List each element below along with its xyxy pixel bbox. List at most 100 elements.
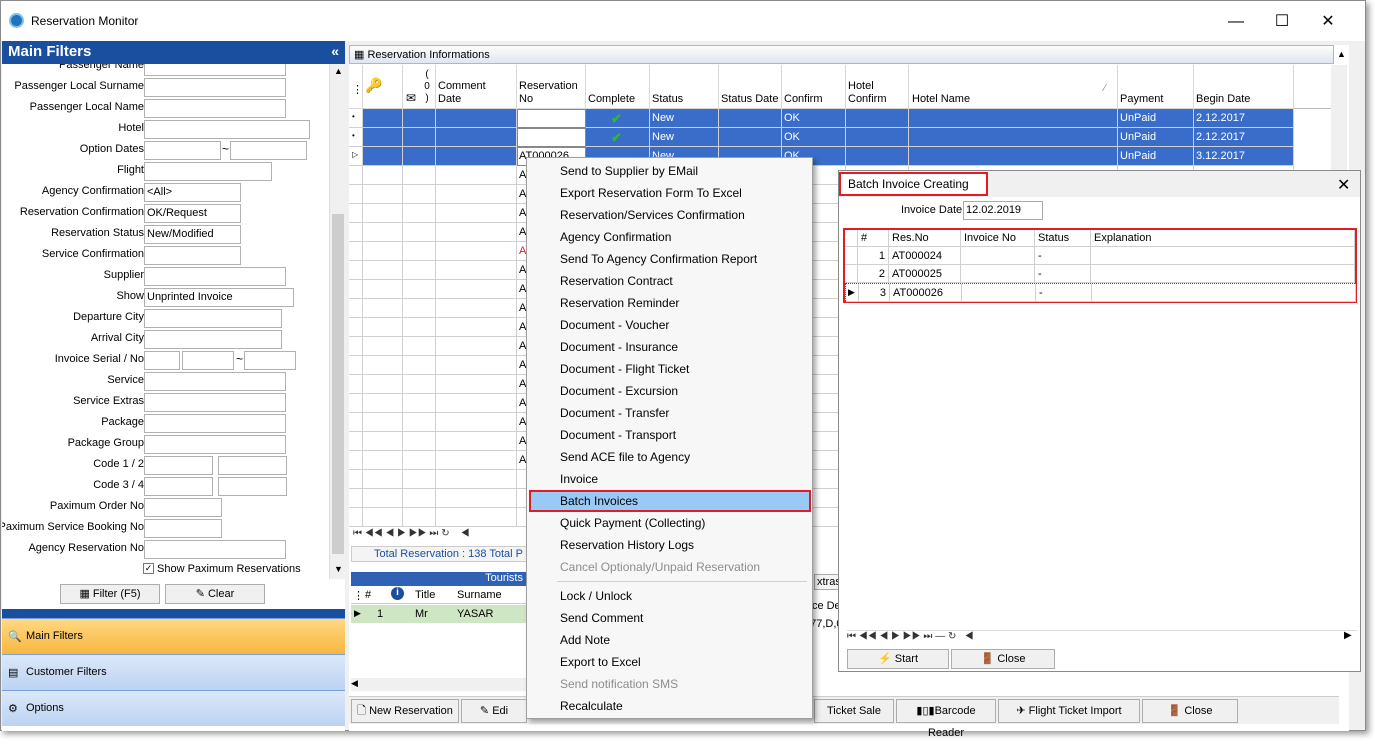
menu-item[interactable]: Export Reservation Form To Excel xyxy=(529,182,811,204)
dialog-col-header[interactable]: Status xyxy=(1035,230,1091,247)
menu-item[interactable]: Document - Transport xyxy=(529,424,811,446)
menu-item[interactable]: Document - Insurance xyxy=(529,336,811,358)
filter-input[interactable]: <All> xyxy=(144,183,241,202)
menu-item[interactable]: Lock / Unlock xyxy=(529,585,811,607)
filter-input[interactable] xyxy=(144,330,282,349)
menu-item[interactable]: Reservation Reminder xyxy=(529,292,811,314)
flight-ticket-import-button[interactable]: ✈ Flight Ticket Import xyxy=(998,699,1140,723)
grid-row[interactable]: • AT000025 ✔ New OK UnPaid 2.12.2017 xyxy=(349,128,1331,147)
nav-options[interactable]: ⚙ Options xyxy=(2,690,345,726)
grid-row[interactable]: ▷ AT000026 New OK UnPaid 3.12.2017 xyxy=(349,147,1331,166)
filter-input[interactable] xyxy=(144,64,286,76)
filter-button[interactable]: ▦ Filter (F5) xyxy=(60,584,160,604)
filter-input[interactable] xyxy=(144,540,286,559)
reservation-no[interactable]: AT000025 xyxy=(519,131,569,143)
filter-input[interactable] xyxy=(144,78,286,97)
invoice-date-input[interactable]: 12.02.2019 xyxy=(963,201,1043,220)
menu-item[interactable]: Send To Agency Confirmation Report xyxy=(529,248,811,270)
menu-item[interactable]: Add Note xyxy=(529,629,811,651)
menu-item[interactable]: Export to Excel xyxy=(529,651,811,673)
menu-item[interactable]: Send Comment xyxy=(529,607,811,629)
nav-customer-filters[interactable]: ▤ Customer Filters xyxy=(2,654,345,690)
filter-input[interactable] xyxy=(144,99,286,118)
clear-button[interactable]: ✎ Clear xyxy=(165,584,265,604)
filter-input[interactable] xyxy=(144,246,241,265)
filter-input[interactable] xyxy=(144,519,222,538)
collapse-panel-button[interactable]: « xyxy=(331,43,339,59)
filter-input-2[interactable] xyxy=(182,351,234,370)
dialog-row[interactable]: 3 AT000026 - ▶ xyxy=(845,283,1356,302)
menu-item[interactable]: Send to Supplier by EMail xyxy=(529,160,811,182)
filter-scrollbar[interactable]: ▲ ▼ xyxy=(329,64,345,579)
edit-button[interactable]: ✎ Edi xyxy=(461,699,527,723)
filter-input-3[interactable] xyxy=(244,351,296,370)
dialog-col-header[interactable]: Explanation xyxy=(1091,230,1355,247)
filter-input[interactable] xyxy=(144,120,310,139)
dialog-close-button[interactable]: 🚪 Close xyxy=(951,649,1055,669)
filter-input-2[interactable] xyxy=(230,141,307,160)
menu-item[interactable]: Batch Invoices xyxy=(529,490,811,512)
filter-input[interactable] xyxy=(144,141,221,160)
menu-item[interactable]: Cancel Optionaly/Unpaid Reservation xyxy=(529,556,811,578)
dialog-scroll-right-icon[interactable]: ▶ xyxy=(1344,630,1352,641)
menu-item[interactable]: Agency Confirmation xyxy=(529,226,811,248)
filter-input[interactable] xyxy=(144,393,286,412)
filter-input[interactable]: OK/Request xyxy=(144,204,241,223)
scroll-down-icon[interactable]: ▼ xyxy=(334,564,343,574)
menu-item[interactable]: Document - Excursion xyxy=(529,380,811,402)
splitter[interactable] xyxy=(2,609,345,618)
reservation-no[interactable]: AT000024 xyxy=(519,112,569,124)
filter-input[interactable] xyxy=(144,414,286,433)
filter-input[interactable] xyxy=(144,477,213,496)
filter-input[interactable] xyxy=(144,498,222,517)
filter-input[interactable] xyxy=(144,372,286,391)
filter-input[interactable] xyxy=(144,309,282,328)
filter-input[interactable] xyxy=(144,162,272,181)
filter-input[interactable]: Unprinted Invoice xyxy=(144,288,294,307)
filter-input[interactable] xyxy=(144,456,213,475)
dialog-row[interactable]: 1 AT000024 - xyxy=(845,247,1355,265)
filter-input[interactable] xyxy=(144,351,180,370)
close-window-button[interactable]: ✕ xyxy=(1313,9,1343,35)
menu-item[interactable]: Recalculate xyxy=(529,695,811,717)
nav-main-filters[interactable]: 🔍 Main Filters xyxy=(2,618,345,654)
scroll-up-icon[interactable]: ▲ xyxy=(1334,45,1349,64)
dialog-col-header[interactable]: Invoice No xyxy=(961,230,1035,247)
close-button[interactable]: 🚪 Close xyxy=(1142,699,1238,723)
dialog-col-header[interactable]: Res.No xyxy=(889,230,961,247)
dialog-close-icon[interactable]: ✕ xyxy=(1337,175,1350,195)
show-paximum-row[interactable]: ✓ Show Paximum Reservations xyxy=(2,560,329,579)
dialog-row[interactable]: 2 AT000025 - xyxy=(845,265,1355,283)
menu-item[interactable]: Document - Flight Ticket xyxy=(529,358,811,380)
menu-item[interactable]: Reservation Contract xyxy=(529,270,811,292)
menu-item[interactable]: Reservation History Logs xyxy=(529,534,811,556)
start-button[interactable]: ⚡ Start xyxy=(847,649,949,669)
dialog-col-header[interactable] xyxy=(845,230,858,247)
menu-item[interactable]: Document - Voucher xyxy=(529,314,811,336)
filter-input[interactable] xyxy=(144,267,286,286)
barcode-reader-button[interactable]: ▮▯▮Barcode Reader xyxy=(896,699,996,739)
dialog-col-header[interactable]: # xyxy=(858,230,889,247)
scroll-thumb[interactable] xyxy=(332,214,344,554)
tourist-row[interactable]: ▶ 1 Mr YASAR xyxy=(351,605,527,623)
scroll-up-icon[interactable]: ▲ xyxy=(334,66,343,76)
maximize-button[interactable]: ☐ xyxy=(1267,9,1297,35)
menu-item[interactable]: Invoice xyxy=(529,468,811,490)
minimize-button[interactable]: — xyxy=(1221,9,1251,35)
checkbox[interactable]: ✓ xyxy=(143,563,154,574)
ticket-sale-button[interactable]: Ticket Sale xyxy=(814,699,894,723)
menu-item[interactable]: Send notification SMS xyxy=(529,673,811,695)
tourist-scroll-left-icon[interactable]: ◀ xyxy=(351,678,527,691)
grid-row[interactable]: • AT000024 ✔ New OK UnPaid 2.12.2017 xyxy=(349,109,1331,128)
dialog-navigator[interactable]: ⏮ ◀◀ ◀ ▶ ▶▶ ⏭ — ↻ ◀ xyxy=(847,630,1357,646)
filter-input-2[interactable] xyxy=(218,477,287,496)
filter-input[interactable]: New/Modified xyxy=(144,225,241,244)
menu-item[interactable]: Quick Payment (Collecting) xyxy=(529,512,811,534)
grid-navigator[interactable]: ⏮ ◀◀ ◀ ▶ ▶▶ ⏭ ↻ ◀ xyxy=(353,528,533,544)
new-reservation-button[interactable]: 🗋 New Reservation xyxy=(351,699,459,723)
filter-input[interactable] xyxy=(144,435,286,454)
menu-item[interactable]: Document - Transfer xyxy=(529,402,811,424)
menu-item[interactable]: Reservation/Services Confirmation xyxy=(529,204,811,226)
filter-input-2[interactable] xyxy=(218,456,287,475)
menu-item[interactable]: Send ACE file to Agency xyxy=(529,446,811,468)
